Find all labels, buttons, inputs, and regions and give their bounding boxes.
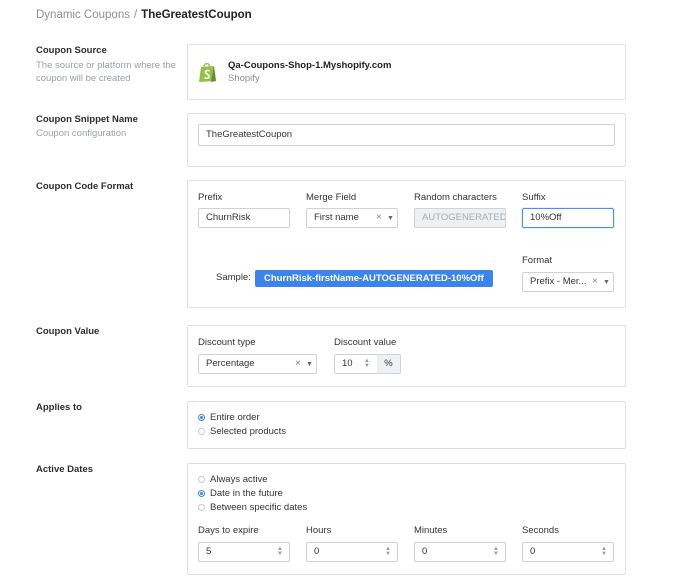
discount-type-label: Discount type <box>198 337 256 348</box>
between-dates-label[interactable]: Between specific dates <box>210 502 307 513</box>
prefix-input[interactable]: ChurnRisk <box>198 208 290 228</box>
stepper-arrows-icon[interactable]: ▲ ▼ <box>493 546 499 557</box>
format-label: Format <box>522 255 553 266</box>
stepper-arrows-icon[interactable]: ▲ ▼ <box>601 546 607 557</box>
coupon-source-description: The source or platform where the coupon … <box>36 60 176 84</box>
breadcrumb-current: TheGreatestCoupon <box>141 9 252 21</box>
always-active-label[interactable]: Always active <box>210 474 268 485</box>
suffix-label: Suffix <box>522 192 546 203</box>
suffix-input[interactable]: 10%Off <box>522 208 614 228</box>
active-dates-card: Always active Date in the future Between… <box>187 463 626 575</box>
clear-x-icon[interactable]: × <box>376 212 382 223</box>
applies-to-card: Entire order Selected products <box>187 401 626 449</box>
discount-value-label: Discount value <box>334 337 397 348</box>
merge-field-value: First name <box>314 212 359 223</box>
discount-type-value: Percentage <box>206 358 255 369</box>
date-in-future-label[interactable]: Date in the future <box>210 488 283 499</box>
chevron-down-icon[interactable]: ▼ <box>603 279 610 286</box>
random-characters-input: AUTOGENERATED <box>414 208 506 228</box>
code-format-title: Coupon Code Format <box>36 181 134 192</box>
active-dates-title: Active Dates <box>36 464 94 475</box>
snippet-name-input[interactable]: TheGreatestCoupon <box>198 124 615 146</box>
percent-addon: % <box>377 354 401 374</box>
merge-field-select[interactable]: First name <box>306 208 398 228</box>
clear-x-icon[interactable]: × <box>295 358 301 369</box>
days-to-expire-label: Days to expire <box>198 525 259 536</box>
chevron-down-icon[interactable]: ▼ <box>306 361 313 368</box>
selected-products-label[interactable]: Selected products <box>210 426 286 437</box>
coupon-source-card: Qa-Coupons-Shop-1.Myshopify.com Shopify <box>187 44 626 100</box>
chevron-down-icon[interactable]: ▼ <box>387 215 394 222</box>
hours-label: Hours <box>306 525 332 536</box>
snippet-name-card: TheGreatestCoupon <box>187 113 626 167</box>
shopify-bag-icon <box>198 62 217 86</box>
applies-to-title: Applies to <box>36 402 82 413</box>
radio-entire-order[interactable] <box>198 414 205 421</box>
format-select[interactable]: Prefix - Mer... <box>522 272 614 292</box>
breadcrumb-parent-link[interactable]: Dynamic Coupons <box>36 9 130 21</box>
radio-always-active[interactable] <box>198 476 205 483</box>
coupon-source-title: Coupon Source <box>36 45 107 56</box>
stepper-arrows-icon[interactable]: ▲ ▼ <box>364 358 370 369</box>
platform-name: Shopify <box>228 73 260 84</box>
clear-x-icon[interactable]: × <box>592 276 598 287</box>
snippet-name-title: Coupon Snippet Name <box>36 114 138 125</box>
random-characters-label: Random characters <box>414 192 497 203</box>
breadcrumb-separator: / <box>133 9 138 21</box>
radio-date-in-future[interactable] <box>198 490 205 497</box>
breadcrumb: Dynamic Coupons / TheGreatestCoupon <box>36 9 252 21</box>
coupon-value-title: Coupon Value <box>36 326 100 337</box>
seconds-label: Seconds <box>522 525 559 536</box>
minutes-label: Minutes <box>414 525 448 536</box>
sample-label: Sample: <box>216 272 251 283</box>
code-format-card: Prefix ChurnRisk Merge Field First name … <box>187 180 626 308</box>
entire-order-label[interactable]: Entire order <box>210 412 260 423</box>
stepper-arrows-icon[interactable]: ▲ ▼ <box>385 546 391 557</box>
radio-selected-products[interactable] <box>198 428 205 435</box>
radio-between-dates[interactable] <box>198 504 205 511</box>
prefix-label: Prefix <box>198 192 223 203</box>
merge-field-label: Merge Field <box>306 192 357 203</box>
coupon-value-card: Discount type Percentage × ▼ Discount va… <box>187 325 626 387</box>
snippet-name-description: Coupon configuration <box>36 128 127 139</box>
discount-value-input[interactable]: 10 <box>334 354 378 374</box>
sample-code-badge: ChurnRisk-firstName-AUTOGENERATED-10%Off <box>255 270 493 287</box>
shop-name: Qa-Coupons-Shop-1.Myshopify.com <box>228 60 392 71</box>
format-value: Prefix - Mer... <box>530 276 587 287</box>
stepper-arrows-icon[interactable]: ▲ ▼ <box>277 546 283 557</box>
